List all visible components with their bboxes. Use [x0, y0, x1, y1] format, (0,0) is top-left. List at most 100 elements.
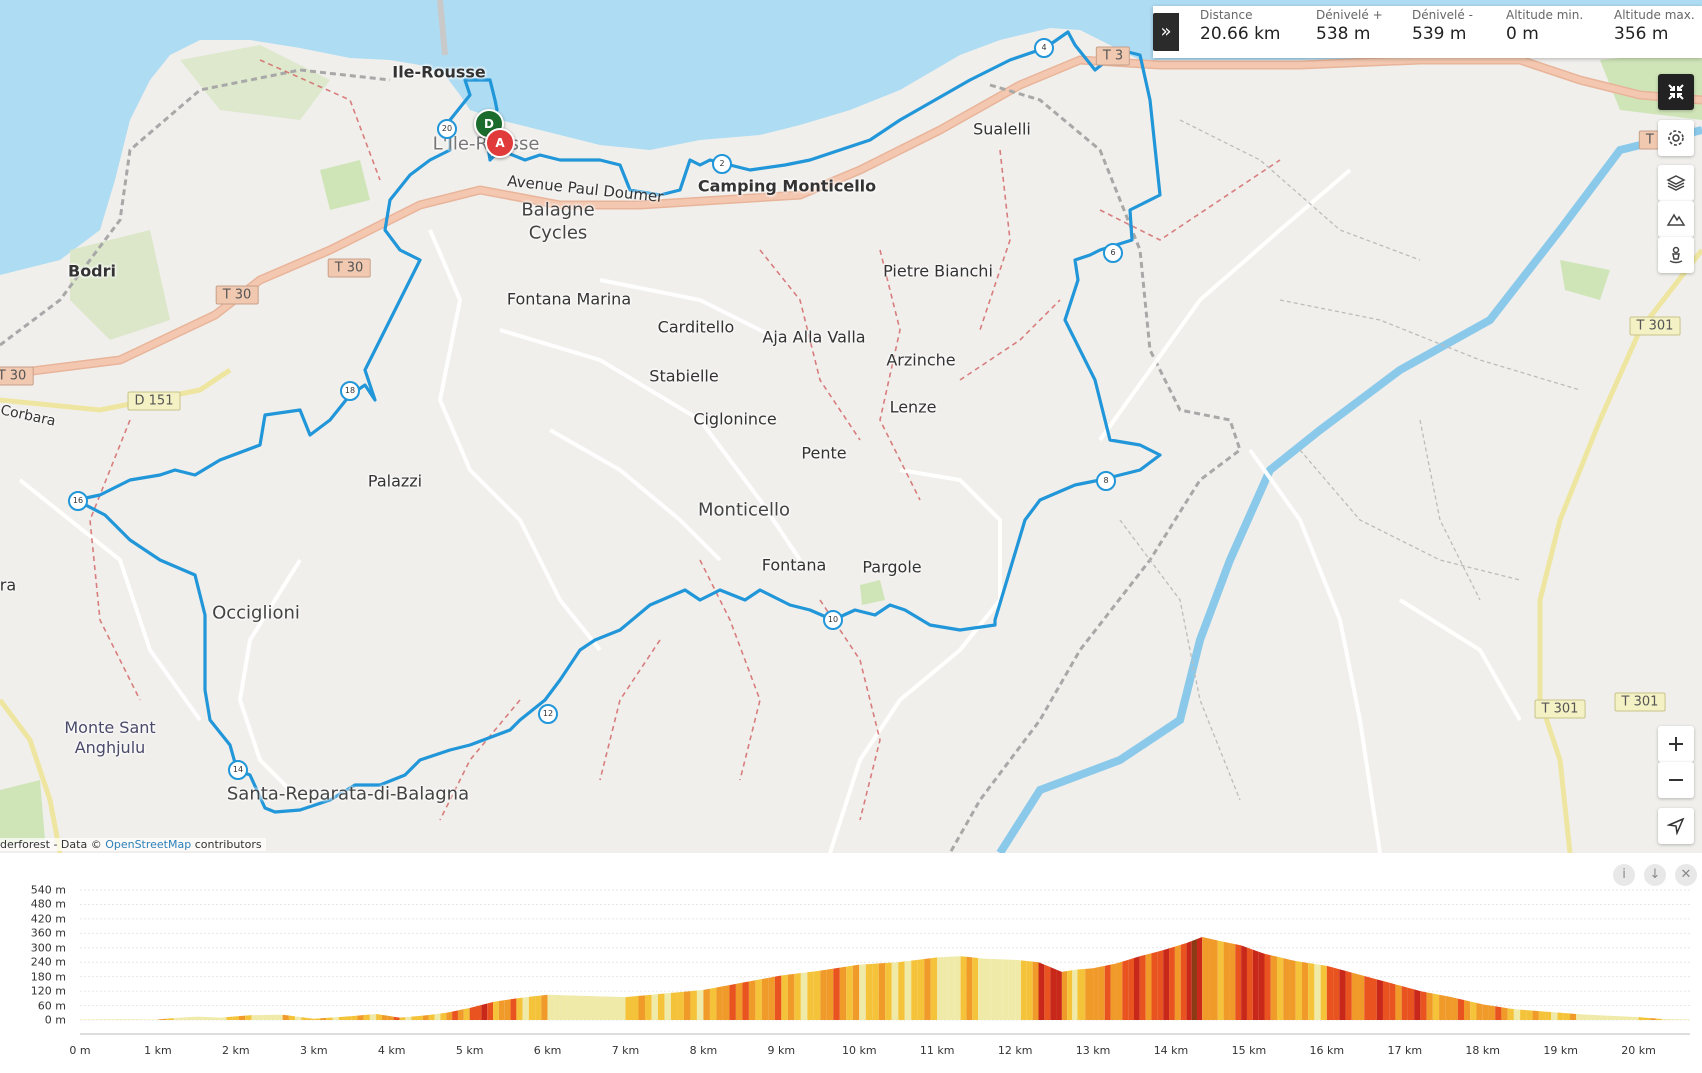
info-button[interactable]: i — [1613, 864, 1635, 886]
x-tick-label: 4 km — [377, 1044, 406, 1057]
elevation-segment — [1476, 1002, 1483, 1020]
layers-button[interactable] — [1658, 165, 1694, 201]
end-marker[interactable]: A — [485, 128, 515, 158]
elevation-segment — [774, 975, 782, 1020]
elevation-segment — [1545, 1011, 1552, 1020]
elevation-segment — [891, 962, 899, 1020]
elevation-segment — [794, 973, 801, 1020]
stat-label: Dénivelé + — [1316, 8, 1383, 22]
elevation-segment — [1675, 1019, 1683, 1020]
place-label: Occiglioni — [212, 602, 300, 624]
place-label: Carditello — [657, 317, 735, 337]
elevation-segment — [1229, 942, 1236, 1020]
elevation-segment — [1451, 997, 1458, 1020]
settings-button[interactable] — [1658, 120, 1694, 156]
elevation-segment — [417, 1015, 423, 1020]
elevation-segment — [92, 1019, 100, 1020]
elevation-segment — [768, 976, 775, 1020]
elevation-segment — [567, 995, 574, 1020]
elevation-segment — [157, 1018, 166, 1020]
km-marker[interactable]: 6 — [1103, 243, 1123, 263]
elevation-segment — [357, 1015, 364, 1020]
map-canvas[interactable] — [0, 0, 1702, 853]
elevation-segment — [573, 995, 581, 1020]
km-marker[interactable]: 16 — [68, 491, 88, 511]
attribution-suffix: contributors — [191, 838, 262, 851]
map-attribution: derforest - Data © OpenStreetMap contrib… — [0, 838, 266, 851]
elevation-segment — [440, 1012, 447, 1020]
download-button[interactable]: ↓ — [1644, 864, 1666, 886]
elevation-segment — [1246, 947, 1253, 1020]
elevation-segment — [516, 997, 523, 1020]
elevation-segment — [1569, 1013, 1577, 1020]
km-marker[interactable]: 10 — [823, 610, 843, 630]
elevation-segment — [1358, 974, 1365, 1020]
locate-button[interactable] — [1658, 808, 1694, 844]
elevation-segment — [498, 1000, 505, 1020]
elevation-segment — [1644, 1017, 1651, 1020]
km-marker[interactable]: 2 — [712, 154, 732, 174]
road-sign: T 30 — [0, 366, 34, 386]
stat-label: Distance — [1200, 8, 1253, 22]
elevation-segment — [1128, 958, 1134, 1020]
elevation-segment — [1668, 1019, 1676, 1020]
elevation-segment — [1133, 956, 1140, 1020]
elevation-profile[interactable] — [0, 853, 1702, 1069]
elevation-segment — [1301, 961, 1309, 1020]
osm-link[interactable]: OpenStreetMap — [105, 838, 191, 851]
elevation-segment — [1044, 964, 1051, 1020]
street-view-button[interactable] — [1658, 237, 1694, 273]
km-marker[interactable]: 18 — [340, 381, 360, 401]
info-icon: i — [1622, 867, 1626, 882]
elevation-segment — [1382, 981, 1390, 1020]
elevation-chart[interactable] — [0, 853, 1702, 1069]
elevation-segment — [972, 957, 979, 1020]
elevation-segment — [703, 988, 710, 1020]
elevation-segment — [911, 959, 918, 1020]
locate-icon — [1667, 817, 1685, 835]
elevation-segment — [1050, 967, 1057, 1020]
elevation-segment — [1345, 970, 1352, 1020]
x-tick-label: 5 km — [455, 1044, 484, 1057]
stat-label: Altitude min. — [1506, 8, 1584, 22]
km-marker[interactable]: 20 — [437, 119, 457, 139]
elevation-segment — [338, 1016, 345, 1020]
map-view[interactable]: Ile-Rousse L'Île-Rousse Bodri Balagne Cy… — [0, 0, 1702, 853]
elevation-segment — [1163, 948, 1170, 1020]
elevation-segment — [696, 989, 704, 1020]
elevation-segment — [937, 957, 944, 1020]
elevation-segment — [670, 992, 678, 1020]
stat-distance: Distance 20.66 km — [1200, 8, 1280, 44]
elevation-segment — [1613, 1015, 1620, 1020]
elevation-segment — [151, 1019, 158, 1020]
collapse-panel-button[interactable]: » — [1153, 13, 1179, 51]
place-label: Monte Sant Anghjulu — [64, 718, 156, 757]
terrain-button[interactable] — [1658, 201, 1694, 237]
km-marker[interactable]: 12 — [538, 704, 558, 724]
elevation-segment — [638, 995, 645, 1020]
elevation-segment — [288, 1015, 296, 1020]
elevation-segment — [457, 1009, 464, 1020]
elevation-segment — [1526, 1010, 1533, 1020]
km-marker[interactable]: 14 — [228, 760, 248, 780]
elevation-segment — [1145, 953, 1152, 1020]
elevation-segment — [1488, 1005, 1496, 1020]
zoom-in-button[interactable] — [1658, 726, 1694, 762]
stat-value: 0 m — [1506, 24, 1539, 44]
elevation-segment — [716, 986, 723, 1020]
close-profile-button[interactable]: ✕ — [1675, 864, 1697, 886]
elevation-segment — [742, 981, 749, 1020]
x-tick-label: 13 km — [1075, 1044, 1111, 1057]
km-marker[interactable]: 8 — [1096, 471, 1116, 491]
elevation-segment — [554, 994, 561, 1020]
elevation-segment — [690, 990, 697, 1020]
km-marker[interactable]: 4 — [1034, 38, 1054, 58]
elevation-segment — [469, 1006, 476, 1020]
fullscreen-exit-button[interactable] — [1658, 74, 1694, 110]
elevation-segment — [282, 1014, 289, 1020]
elevation-segment — [493, 1001, 499, 1020]
elevation-segment — [1110, 963, 1117, 1020]
elevation-segment — [948, 956, 955, 1020]
zoom-out-button[interactable] — [1658, 762, 1694, 798]
elevation-segment — [369, 1013, 377, 1020]
